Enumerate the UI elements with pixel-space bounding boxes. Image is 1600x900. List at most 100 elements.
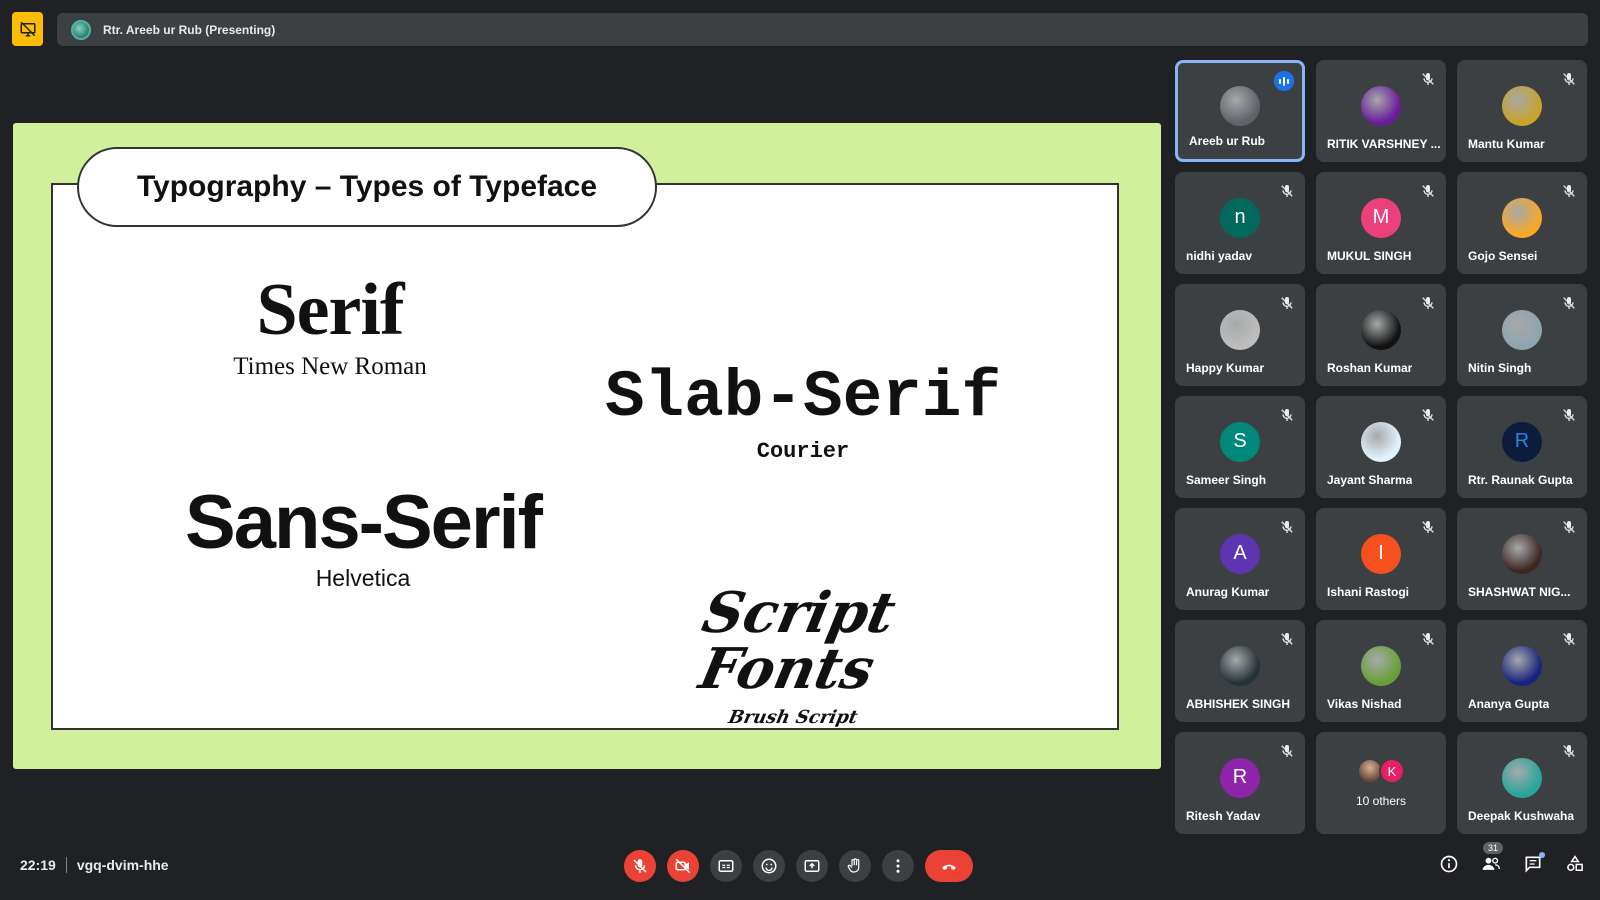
participant-name: Mantu Kumar	[1468, 137, 1545, 151]
present-now-button[interactable]	[796, 850, 828, 882]
avatar: A	[1220, 533, 1260, 574]
participant-tile[interactable]: Mantu Kumar	[1457, 60, 1587, 162]
captions-button[interactable]	[710, 850, 742, 882]
leave-call-button[interactable]	[925, 850, 973, 882]
emoji-icon	[761, 858, 777, 874]
participant-tile[interactable]: A Anurag Kumar	[1175, 508, 1305, 610]
participant-tile[interactable]: Roshan Kumar	[1316, 284, 1446, 386]
avatar: I	[1361, 533, 1401, 574]
participant-tile[interactable]: SHASHWAT NIG...	[1457, 508, 1587, 610]
participant-name: Rtr. Raunak Gupta	[1468, 473, 1573, 487]
avatar	[1502, 309, 1542, 350]
activities-button[interactable]	[1563, 852, 1587, 876]
participant-tile[interactable]: Gojo Sensei	[1457, 172, 1587, 274]
avatar: R	[1502, 421, 1542, 462]
avatar	[1220, 309, 1260, 350]
speaking-indicator-icon	[1274, 71, 1294, 91]
participant-name: Anurag Kumar	[1186, 585, 1270, 599]
participant-tile[interactable]: ABHISHEK SINGH	[1175, 620, 1305, 722]
presenter-name: Rtr. Areeb ur Rub (Presenting)	[103, 22, 276, 37]
avatar: K	[1379, 758, 1405, 784]
participant-tile[interactable]: R Rtr. Raunak Gupta	[1457, 396, 1587, 498]
mic-muted-icon	[1561, 631, 1577, 647]
participant-name: Happy Kumar	[1186, 361, 1265, 375]
participant-tile[interactable]: Happy Kumar	[1175, 284, 1305, 386]
slide-title: Typography – Types of Typeface	[136, 170, 598, 203]
participant-tile[interactable]: Jayant Sharma	[1316, 396, 1446, 498]
avatar: M	[1361, 197, 1401, 238]
participant-tile[interactable]: I Ishani Rastogi	[1316, 508, 1446, 610]
serif-heading: Serif	[256, 269, 404, 351]
serif-example: Serif Times New Roman	[225, 273, 435, 381]
mic-muted-icon	[1279, 631, 1295, 647]
presentation-off-icon[interactable]	[12, 12, 43, 46]
meeting-code[interactable]: vgq-dvim-hhe	[77, 857, 169, 873]
participant-name: Gojo Sensei	[1468, 249, 1538, 263]
participant-tile[interactable]: Ananya Gupta	[1457, 620, 1587, 722]
presenting-banner: Rtr. Areeb ur Rub (Presenting)	[57, 13, 1588, 46]
slab-serif-example: Slab-Serif Courier	[563, 365, 1043, 465]
raise-hand-button[interactable]	[839, 850, 871, 882]
participant-tile[interactable]: RITIK VARSHNEY ...	[1316, 60, 1446, 162]
sans-serif-example: Sans-Serif Helvetica	[158, 485, 568, 592]
unread-dot	[1539, 852, 1545, 858]
participant-tile[interactable]: Areeb ur Rub	[1175, 60, 1305, 162]
avatar	[1220, 645, 1260, 686]
avatar: n	[1220, 197, 1260, 238]
participant-name: MUKUL SINGH	[1327, 249, 1412, 263]
mic-muted-icon	[1420, 631, 1436, 647]
raise-hand-icon	[847, 858, 860, 873]
mic-toggle-button[interactable]	[624, 850, 656, 882]
people-button[interactable]: 31	[1479, 842, 1504, 876]
clock: 22:19	[20, 857, 56, 873]
participant-grid: Areeb ur Rub RITIK VARSHNEY ... Mantu Kuma…	[1175, 60, 1588, 834]
mic-muted-icon	[1420, 407, 1436, 423]
avatar: S	[1220, 421, 1260, 462]
present-screen-icon	[804, 860, 820, 872]
mic-muted-icon	[1279, 407, 1295, 423]
participant-tile[interactable]: S Sameer Singh	[1175, 396, 1305, 498]
avatar	[1361, 645, 1401, 686]
slide-content: Serif Times New Roman Slab-Serif Courier…	[51, 183, 1119, 730]
meeting-details-button[interactable]	[1437, 852, 1461, 876]
avatar	[1220, 86, 1260, 127]
participant-tile[interactable]: Deepak Kushwaha	[1457, 732, 1587, 834]
mic-muted-icon	[1420, 519, 1436, 535]
participant-name: Ritesh Yadav	[1186, 809, 1261, 823]
participant-name: Sameer Singh	[1186, 473, 1267, 487]
people-count-badge: 31	[1483, 842, 1504, 854]
camera-toggle-button[interactable]	[667, 850, 699, 882]
more-options-icon	[896, 859, 900, 873]
participant-tile[interactable]: Nitin Singh	[1457, 284, 1587, 386]
activities-icon	[1567, 855, 1583, 871]
avatar	[1361, 421, 1401, 462]
mic-muted-icon	[1279, 183, 1295, 199]
participant-name: Nitin Singh	[1468, 361, 1532, 375]
others-tile[interactable]: K 10 others	[1316, 732, 1446, 834]
meeting-info: 22:19 vgq-dvim-hhe	[20, 857, 169, 873]
people-icon	[1482, 857, 1500, 870]
mic-muted-icon	[1420, 183, 1436, 199]
participant-tile[interactable]: R Ritesh Yadav	[1175, 732, 1305, 834]
others-avatars: K	[1353, 758, 1409, 786]
participant-name: Ananya Gupta	[1468, 697, 1550, 711]
divider	[65, 857, 67, 873]
emoji-reaction-button[interactable]	[753, 850, 785, 882]
participant-tile[interactable]: Vikas Nishad	[1316, 620, 1446, 722]
presenter-avatar	[71, 19, 91, 40]
chat-button[interactable]	[1521, 852, 1545, 876]
script-heading: Script Fonts	[693, 580, 902, 702]
participant-name: Areeb ur Rub	[1189, 134, 1266, 148]
camera-off-icon	[675, 858, 691, 874]
more-options-button[interactable]	[882, 850, 914, 882]
avatar	[1361, 309, 1401, 350]
participant-tile[interactable]: n nidhi yadav	[1175, 172, 1305, 274]
participant-tile[interactable]: M MUKUL SINGH	[1316, 172, 1446, 274]
mic-off-icon	[633, 859, 647, 873]
slide-title-box: Typography – Types of Typeface	[77, 147, 657, 227]
participant-name: Jayant Sharma	[1327, 473, 1413, 487]
avatar	[1502, 533, 1542, 574]
side-controls: 31	[1437, 842, 1587, 876]
sans-serif-heading: Sans-Serif	[185, 480, 543, 565]
serif-font-name: Times New Roman	[233, 353, 427, 380]
